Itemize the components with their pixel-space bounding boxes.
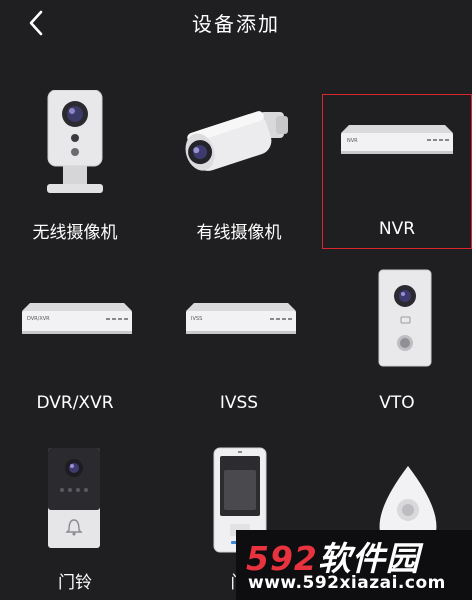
ivss-recorder-icon: IVSS [164,265,314,381]
device-wireless-camera[interactable]: 无线摄像机 [0,89,150,245]
device-label: VTO [379,393,415,413]
device-doorbell[interactable]: 门铃 [0,440,150,595]
wired-bullet-camera-icon [164,90,314,206]
device-label: NVR [378,219,416,239]
svg-text:NVR: NVR [347,138,358,144]
nvr-recorder-icon: NVR [323,95,471,211]
device-nvr[interactable]: NVR NVR [322,94,472,249]
device-label: 门铃 [58,573,92,593]
device-brand-text: DVR/XVR [27,316,50,322]
vto-door-station-icon [322,265,472,381]
device-label: DVR/XVR [36,393,114,413]
device-brand-text: IVSS [191,316,202,322]
device-wired-camera[interactable]: 有线摄像机 [164,90,314,245]
device-dvr-xvr[interactable]: DVR/XVR DVR/XVR [0,265,150,420]
device-add-screen: 设备添加 无线摄像机 有线摄像机 NVR NVR DVR/XVR DVR/XVR… [0,0,472,600]
dvr-recorder-icon: DVR/XVR [0,265,150,381]
device-ivss[interactable]: IVSS IVSS [164,265,314,420]
watermark-url: www.592xiazai.com [248,573,446,593]
wireless-camera-icon [0,89,150,206]
device-vto[interactable]: VTO [322,265,472,420]
navigation-bar: 设备添加 [0,0,472,46]
device-label: 无线摄像机 [32,223,118,243]
watermark-592-logo: 592软件园 www.592xiazai.com [236,530,472,600]
device-label: IVSS [219,393,259,413]
doorbell-icon [0,440,150,556]
page-title: 设备添加 [192,12,280,36]
device-label: 有线摄像机 [196,223,282,243]
